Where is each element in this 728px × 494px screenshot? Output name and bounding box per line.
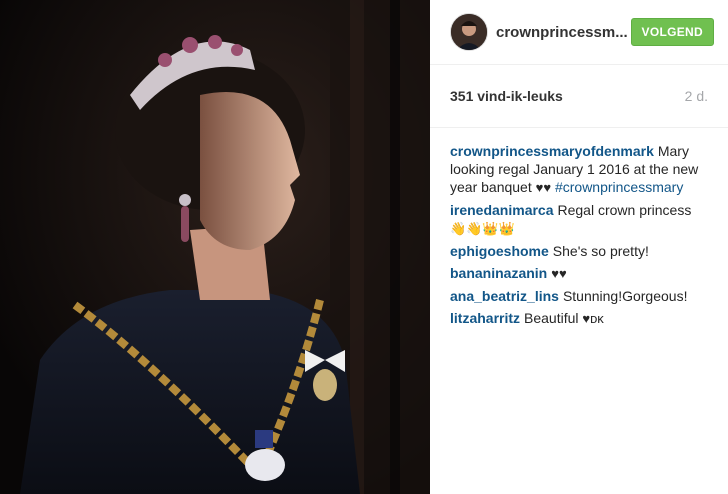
comment-emoji: ♥♥ [551,266,567,281]
comment-emoji: ♥ᴅᴋ [582,311,604,326]
caption: crownprincessmaryofdenmark Mary looking r… [450,142,708,197]
comment-item: irenedanimarca Regal crown princess 👋👋👑👑 [450,201,708,238]
comment-item: bananinazanin ♥♥ [450,264,708,283]
comment-username[interactable]: ana_beatriz_lins [450,288,559,304]
post-username[interactable]: crownprincessm... [496,24,631,41]
comment-item: litzaharritz Beautiful ♥ᴅᴋ [450,309,708,328]
avatar-photo [451,14,487,50]
post-sidebar: crownprincessm... VOLGEND 351 vind-ik-le… [430,0,728,494]
comment-item: ephigoeshome She's so pretty! [450,242,708,260]
comment-username[interactable]: litzaharritz [450,310,520,326]
comment-username[interactable]: irenedanimarca [450,202,554,218]
caption-hashtag[interactable]: #crownprincessmary [555,179,683,195]
avatar[interactable] [450,13,488,51]
comment-item: ana_beatriz_lins Stunning!Gorgeous! [450,287,708,305]
post-header: crownprincessm... VOLGEND [430,0,728,65]
caption-username[interactable]: crownprincessmaryofdenmark [450,143,654,159]
comment-username[interactable]: bananinazanin [450,265,547,281]
comment-username[interactable]: ephigoeshome [450,243,549,259]
follow-button[interactable]: VOLGEND [630,18,714,46]
portrait-illustration [0,0,430,494]
comment-text: She's so pretty! [552,243,649,259]
caption-emoji: ♥♥ [535,180,552,195]
post-photo[interactable] [0,0,430,494]
comment-emoji: 👋👋👑👑 [450,221,515,236]
comment-list: crownprincessmaryofdenmark Mary looking r… [430,128,728,328]
post-age[interactable]: 2 d. [685,88,708,104]
post-meta: 351 vind-ik-leuks 2 d. [430,65,728,128]
comment-text: Regal crown princess [557,202,692,218]
comment-text: Beautiful [524,310,583,326]
likes-count[interactable]: 351 vind-ik-leuks [450,88,563,104]
comment-text: Stunning!Gorgeous! [562,288,688,304]
instagram-post: crownprincessm... VOLGEND 351 vind-ik-le… [0,0,728,494]
